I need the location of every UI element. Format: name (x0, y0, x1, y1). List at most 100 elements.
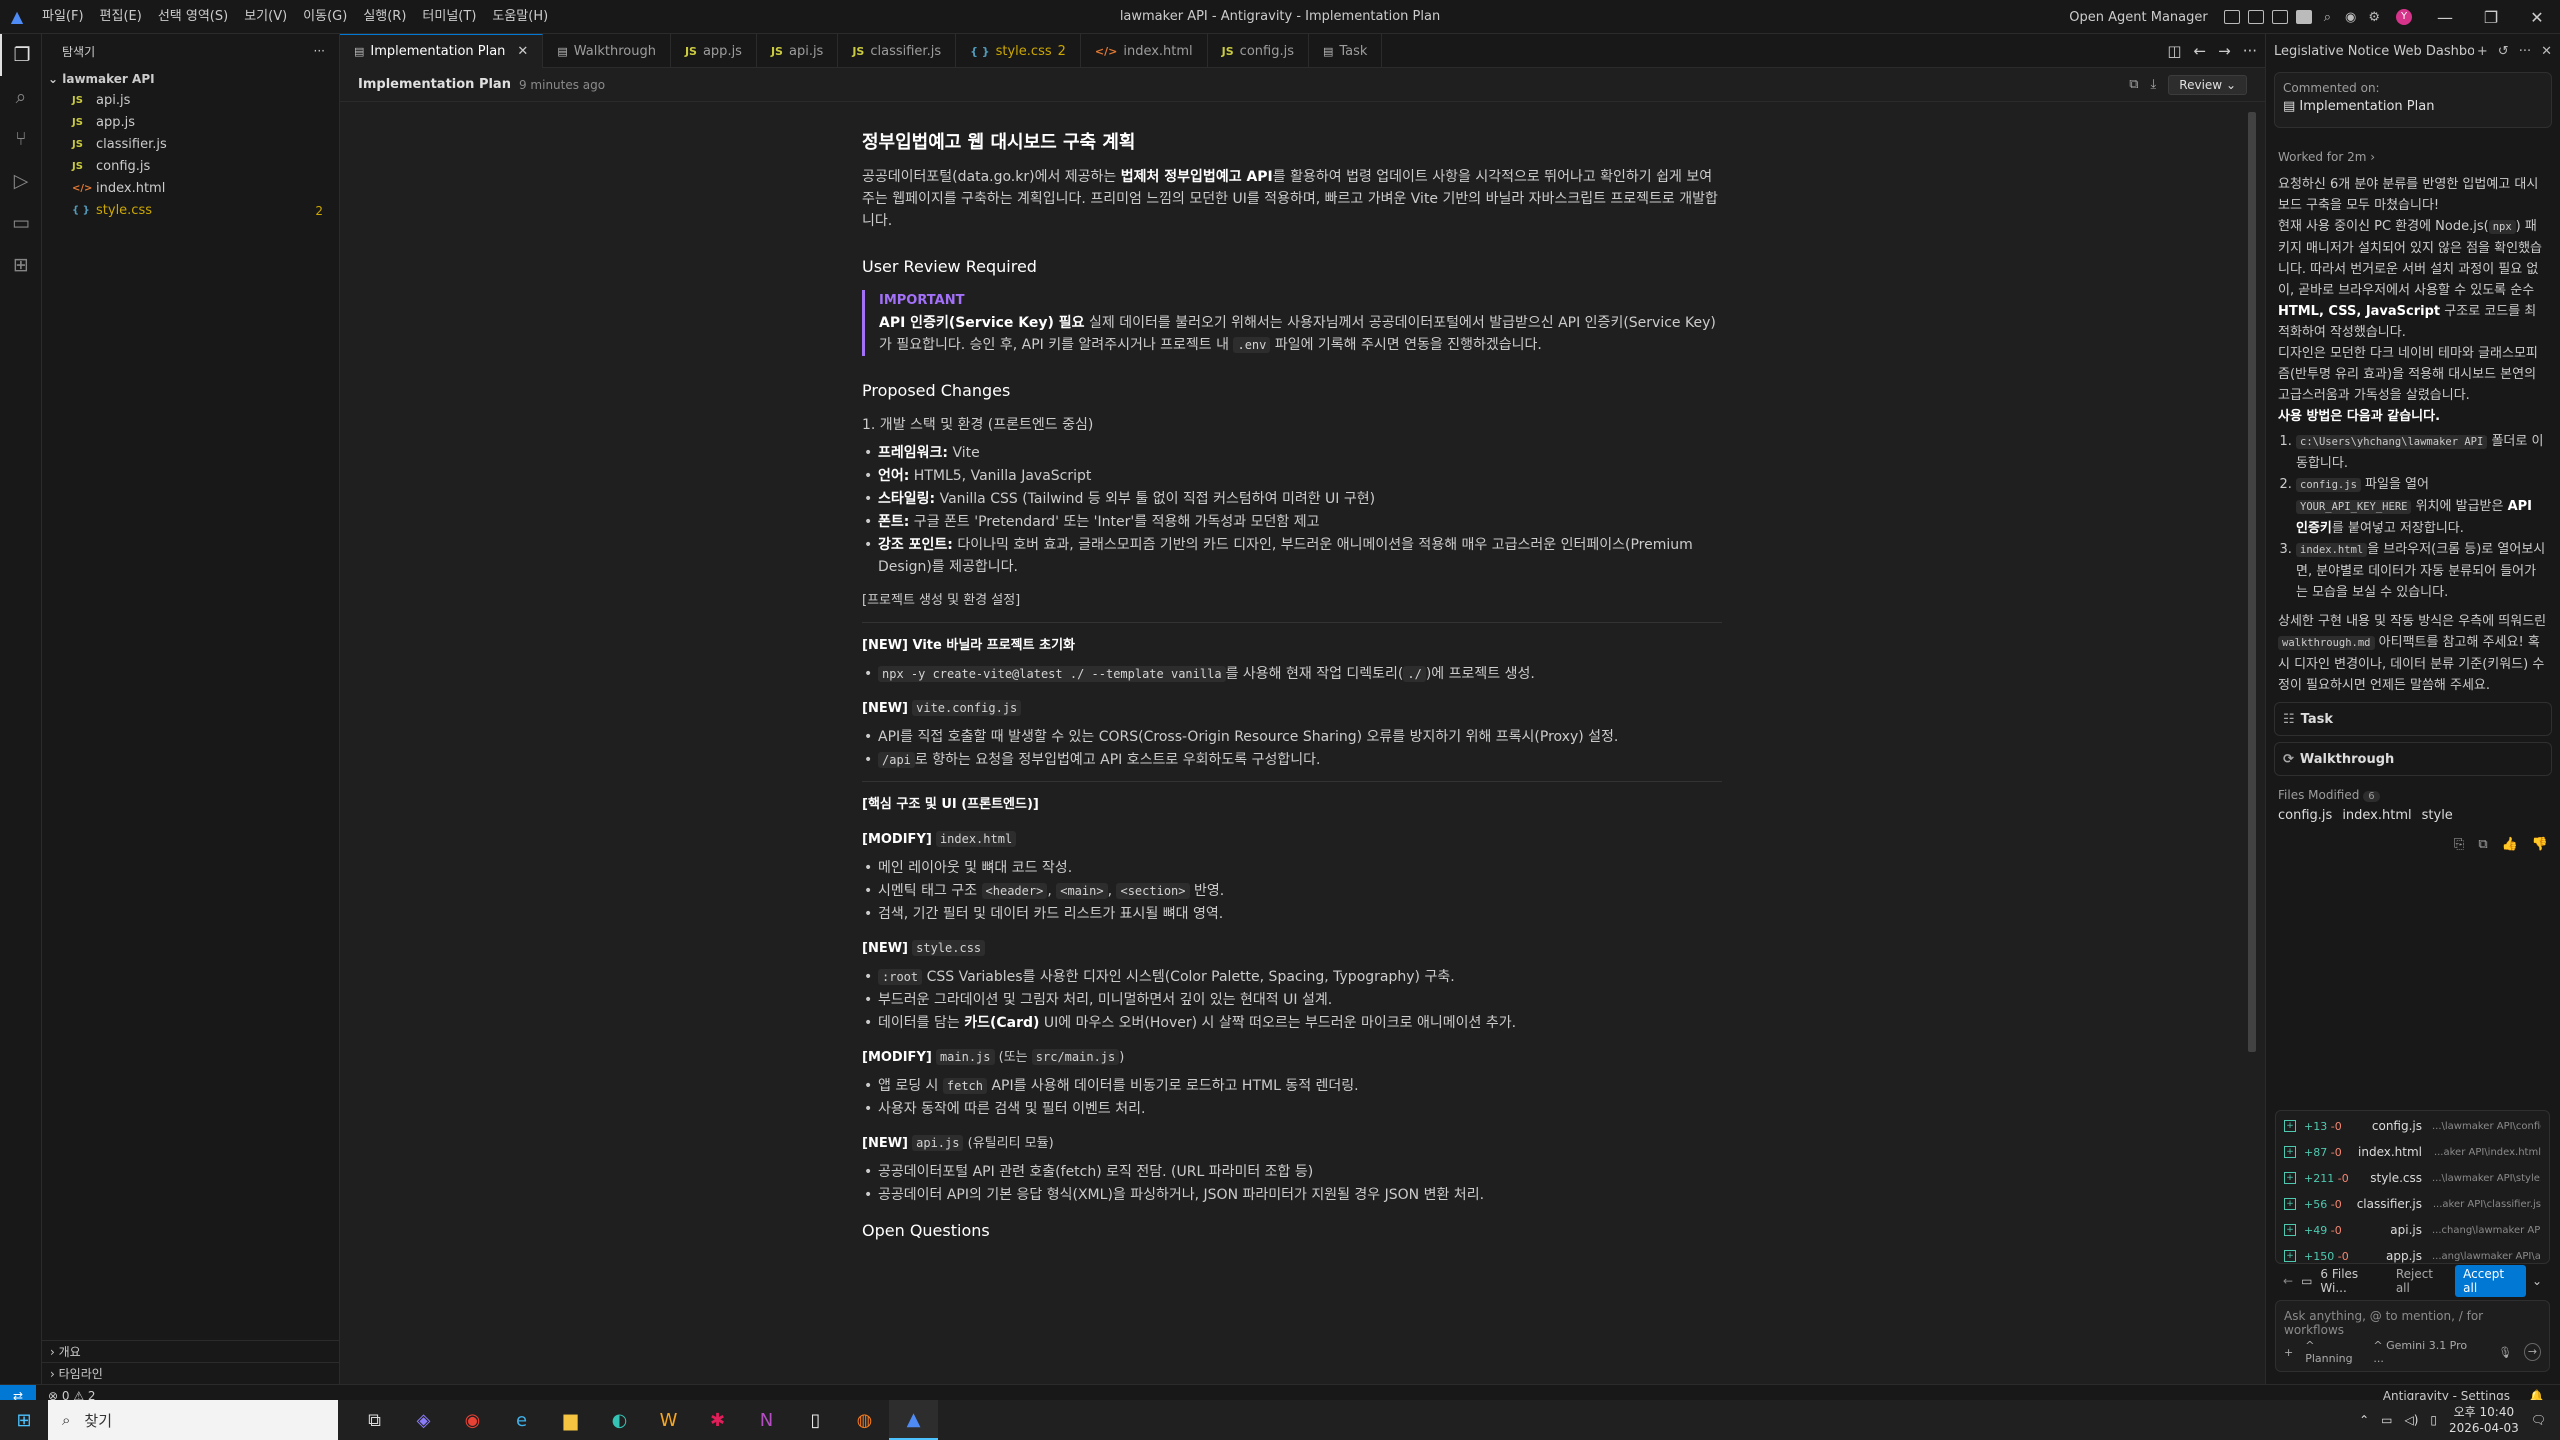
toggle-secondary-sidebar-icon[interactable] (2295, 10, 2312, 24)
arrow-right-icon[interactable]: → (2218, 42, 2231, 60)
file-item[interactable]: JS config.js (42, 156, 339, 178)
menu-item[interactable]: 선택 영역(S) (150, 0, 236, 34)
windows-start-icon[interactable]: ⊞ (0, 1410, 48, 1431)
more-actions-icon[interactable]: ··· (314, 44, 325, 58)
open-agent-manager-button[interactable]: Open Agent Manager (2069, 10, 2207, 25)
accept-all-button[interactable]: Accept all (2455, 1265, 2526, 1297)
tray-chevron-icon[interactable]: ⌃ (2359, 1413, 2369, 1427)
copy-icon[interactable]: ⧉ (2129, 77, 2138, 92)
minimize-button[interactable]: — (2422, 8, 2468, 27)
mode-selector[interactable]: ^ Planning (2305, 1339, 2361, 1365)
more-actions-icon[interactable]: ··· (2243, 42, 2257, 60)
checkbox-icon[interactable]: + (2284, 1146, 2296, 1158)
tab-index-html[interactable]: </> index.html (1081, 34, 1208, 68)
tab-style-css[interactable]: { } style.css 2 (956, 34, 1081, 68)
notification-icon[interactable]: 🗨 (2531, 1413, 2546, 1427)
reject-all-button[interactable]: Reject all (2396, 1267, 2447, 1295)
send-icon[interactable]: → (2524, 1343, 2541, 1361)
checkbox-icon[interactable]: + (2284, 1120, 2296, 1132)
chrome-icon[interactable]: ◉ (448, 1400, 497, 1440)
tab-classifier-js[interactable]: JS classifier.js (838, 34, 957, 68)
checkbox-icon[interactable]: + (2284, 1198, 2296, 1210)
modified-file-chip[interactable]: config.js (2278, 808, 2332, 823)
tab-app-js[interactable]: JS app.js (671, 34, 757, 68)
worked-for[interactable]: Worked for 2m › (2266, 132, 2560, 174)
arrow-left-icon[interactable]: ← (2283, 1274, 2293, 1288)
more-actions-icon[interactable]: ··· (2519, 44, 2531, 59)
checkbox-icon[interactable]: + (2284, 1224, 2296, 1236)
file-item[interactable]: JS app.js (42, 112, 339, 134)
change-row[interactable]: ++13 -0config.js...\lawmaker API\config.… (2276, 1113, 2549, 1139)
file-item[interactable]: JS classifier.js (42, 134, 339, 156)
menu-item[interactable]: 편집(E) (92, 0, 150, 34)
avatar[interactable]: Y (2396, 9, 2412, 25)
taskbar-search[interactable]: ⌕ 찾기 (48, 1400, 338, 1440)
onenote-icon[interactable]: N (742, 1400, 791, 1440)
file-item[interactable]: JS api.js (42, 90, 339, 112)
outline-section[interactable]: › 개요 (42, 1340, 339, 1362)
menu-item[interactable]: 보기(V) (236, 0, 295, 34)
close-window-button[interactable]: ✕ (2514, 8, 2560, 27)
menu-item[interactable]: 실행(R) (355, 0, 414, 34)
source-control-icon[interactable]: ⑂ (0, 118, 42, 160)
history-icon[interactable]: ↺ (2498, 44, 2509, 59)
review-button[interactable]: Review ⌄ (2168, 74, 2247, 95)
volume-icon[interactable]: ◁) (2404, 1413, 2418, 1427)
close-icon[interactable]: ✕ (2541, 44, 2552, 59)
edge-icon[interactable]: e (497, 1400, 546, 1440)
battery-icon[interactable]: ▯ (2430, 1413, 2437, 1427)
files-summary[interactable]: 6 Files Wi... (2320, 1267, 2383, 1295)
tab-walkthrough[interactable]: ▤ Walkthrough (543, 34, 671, 68)
modified-file-chip[interactable]: style (2422, 808, 2453, 823)
plus-icon[interactable]: + (2477, 44, 2488, 59)
menu-item[interactable]: 터미널(T) (414, 0, 484, 34)
checkbox-icon[interactable]: + (2284, 1172, 2296, 1184)
thumbs-up-icon[interactable]: 👍 (2502, 837, 2518, 852)
tab-implementation-plan[interactable]: ▤ Implementation Plan ✕ (340, 34, 544, 68)
extensions-icon[interactable]: ⊞ (0, 244, 42, 286)
clock[interactable]: 오후 10:40 2026-04-03 (2449, 1404, 2519, 1436)
task-artifact[interactable]: ☷ Task (2274, 702, 2552, 736)
maximize-button[interactable]: ❐ (2468, 8, 2514, 27)
change-row[interactable]: + +56 -0 classifier.js ...aker API\classifi… (2276, 1191, 2549, 1217)
thumbs-down-icon[interactable]: 👎 (2532, 837, 2548, 852)
file-explorer-icon[interactable]: ▆ (546, 1400, 595, 1440)
file-item[interactable]: { } style.css 2 (42, 200, 339, 222)
document-scrollbar[interactable] (2248, 112, 2256, 1052)
project-folder[interactable]: ⌄ lawmaker API (42, 68, 339, 90)
search-icon[interactable]: ⌕ (0, 76, 42, 118)
firefox-icon[interactable]: ◍ (840, 1400, 889, 1440)
download-icon[interactable]: ⤓ (2151, 77, 2157, 92)
search-icon[interactable]: ⌕ (2324, 10, 2331, 25)
gear-icon[interactable]: ⚙ (2368, 10, 2380, 25)
copilot-icon[interactable]: ◈ (399, 1400, 448, 1440)
open-icon[interactable]: ⎘ (2454, 837, 2464, 852)
checkbox-icon[interactable]: + (2284, 1250, 2296, 1262)
toggle-sidebar-icon[interactable] (2247, 10, 2264, 24)
antigravity-taskbar-icon[interactable]: ▲ (889, 1400, 938, 1440)
chat-input[interactable]: Ask anything, @ to mention, / for workfl… (2275, 1300, 2550, 1372)
timeline-section[interactable]: › 타임라인 (42, 1362, 339, 1384)
menu-item[interactable]: 파일(F) (34, 0, 92, 34)
tab-task[interactable]: ▤ Task (1309, 34, 1383, 68)
add-context-icon[interactable]: + (2284, 1346, 2293, 1359)
toggle-panel-icon[interactable] (2271, 10, 2288, 24)
edge-browser-icon[interactable]: ◐ (595, 1400, 644, 1440)
tab-config-js[interactable]: JS config.js (1208, 34, 1309, 68)
file-item[interactable]: </> index.html (42, 178, 339, 200)
slack-icon[interactable]: ✱ (693, 1400, 742, 1440)
commented-on-card[interactable]: Commented on: ▤ Implementation Plan (2274, 72, 2552, 128)
modified-file-chip[interactable]: index.html (2342, 808, 2411, 823)
menu-item[interactable]: 도움말(H) (484, 0, 556, 34)
tab-api-js[interactable]: JS api.js (757, 34, 839, 68)
change-row[interactable]: + +87 -0 index.html ...aker API\index.html (2276, 1139, 2549, 1165)
walkthrough-artifact[interactable]: ⟳ Walkthrough (2274, 742, 2552, 776)
app-icon[interactable]: W (644, 1400, 693, 1440)
network-icon[interactable]: ▭ (2381, 1413, 2392, 1427)
change-row[interactable]: ++49 -0api.js...chang\lawmaker API\api.j… (2276, 1217, 2549, 1243)
explorer-icon[interactable]: ❐ (0, 34, 42, 76)
account-icon[interactable]: ◉ (2345, 10, 2356, 25)
change-row[interactable]: ++211 -0style.css...\lawmaker API\style.… (2276, 1165, 2549, 1191)
notepad-icon[interactable]: ▯ (791, 1400, 840, 1440)
task-view-icon[interactable]: ⧉ (350, 1400, 399, 1440)
